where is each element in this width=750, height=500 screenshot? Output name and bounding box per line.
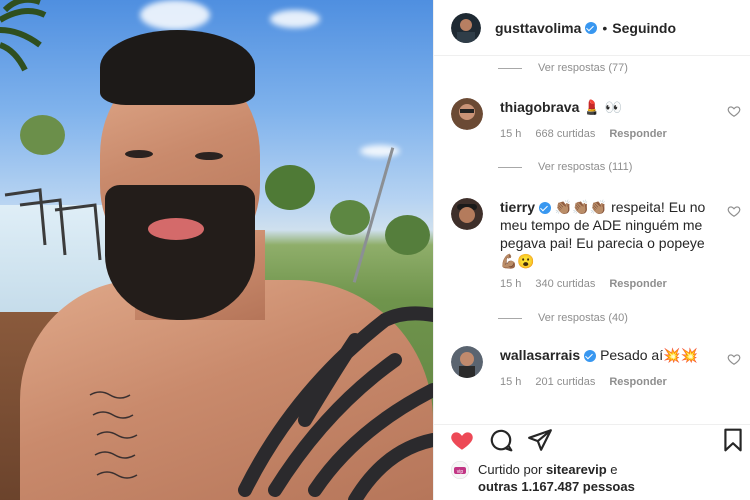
- lips: [148, 218, 204, 240]
- tree: [265, 165, 315, 210]
- author-avatar[interactable]: [451, 12, 481, 43]
- liker-avatar[interactable]: vip: [451, 461, 469, 479]
- paper-plane-icon[interactable]: [527, 427, 553, 453]
- action-bar: vip Curtido por sitearevip e outras 1.16…: [434, 424, 750, 500]
- view-replies-link[interactable]: Ver respostas (40): [498, 312, 628, 324]
- post-panel: gusttavolima • Seguindo Ver respostas (7…: [433, 0, 750, 500]
- comment-meta: 15 h 340 curtidas Responder: [500, 278, 667, 290]
- hair: [100, 30, 255, 105]
- view-replies-label: Ver respostas (40): [538, 312, 628, 324]
- likes-summary: vip Curtido por sitearevip e outras 1.16…: [451, 461, 638, 495]
- likes-text: Curtido por sitearevip e outras 1.167.48…: [478, 461, 638, 495]
- heart-outline-icon[interactable]: [727, 352, 741, 366]
- view-replies-label: Ver respostas (77): [538, 62, 628, 74]
- comments-list: Ver respostas (77) thiagobrava 💄 👀 15 h …: [434, 56, 750, 424]
- comment-likes[interactable]: 668 curtidas: [535, 128, 595, 140]
- replies-divider: [498, 166, 522, 168]
- commenter-avatar[interactable]: [451, 346, 483, 378]
- verified-badge-icon: [584, 350, 597, 363]
- comment-likes[interactable]: 340 curtidas: [535, 278, 595, 290]
- separator-dot: •: [602, 19, 608, 36]
- tree: [385, 215, 430, 255]
- comment-bubble-icon[interactable]: [488, 427, 514, 453]
- comment-meta: 15 h 201 curtidas Responder: [500, 376, 667, 388]
- beard: [105, 185, 255, 320]
- heart-outline-icon[interactable]: [727, 204, 741, 218]
- verified-badge-icon: [585, 21, 598, 34]
- comment-text: 💄 👀: [583, 99, 623, 115]
- commenter-avatar[interactable]: [451, 198, 483, 230]
- commenter-username[interactable]: wallasarrais: [500, 347, 580, 363]
- eye-left: [125, 150, 153, 158]
- palm-tree: [0, 0, 47, 72]
- likes-prefix: Curtido por: [478, 462, 543, 477]
- post-header: gusttavolima • Seguindo: [434, 0, 750, 56]
- author-username[interactable]: gusttavolima: [495, 20, 581, 36]
- heart-filled-icon[interactable]: [449, 427, 475, 453]
- comment-body: thiagobrava 💄 👀: [500, 98, 714, 116]
- cloud: [360, 145, 400, 157]
- comment-body: tierry 👏🏽👏🏽👏🏽 respeita! Eu no meu tempo …: [500, 198, 714, 270]
- reply-button[interactable]: Responder: [609, 376, 666, 388]
- likes-others-count[interactable]: outras 1.167.487 pessoas: [478, 479, 635, 494]
- tree: [20, 115, 65, 155]
- reply-button[interactable]: Responder: [609, 278, 666, 290]
- commenter-username[interactable]: tierry: [500, 199, 535, 215]
- eye-right: [195, 152, 223, 160]
- replies-divider: [498, 67, 522, 69]
- chest-script-tattoo: [89, 391, 138, 479]
- view-replies-link[interactable]: Ver respostas (111): [498, 161, 632, 173]
- comment-likes[interactable]: 201 curtidas: [535, 376, 595, 388]
- cloud: [140, 0, 210, 30]
- post-photo: [0, 0, 433, 500]
- liker-username[interactable]: sitearevip: [546, 462, 607, 477]
- comment-meta: 15 h 668 curtidas Responder: [500, 128, 667, 140]
- bookmark-icon[interactable]: [720, 427, 746, 453]
- reply-button[interactable]: Responder: [609, 128, 666, 140]
- likes-conj: e: [610, 462, 618, 477]
- comment-item: wallasarrais Pesado aí💥💥 15 h 201 curtid…: [451, 346, 741, 416]
- replies-divider: [498, 317, 522, 319]
- comment-text: Pesado aí💥💥: [600, 347, 698, 363]
- comment-item: tierry 👏🏽👏🏽👏🏽 respeita! Eu no meu tempo …: [451, 198, 741, 318]
- verified-badge-icon: [539, 202, 552, 215]
- svg-text:vip: vip: [457, 469, 464, 475]
- heart-outline-icon[interactable]: [727, 104, 741, 118]
- cloud: [270, 10, 320, 28]
- view-replies-label: Ver respostas (111): [538, 161, 633, 173]
- commenter-username[interactable]: thiagobrava: [500, 99, 579, 115]
- comment-time: 15 h: [500, 376, 522, 388]
- tree: [330, 200, 370, 235]
- following-button[interactable]: Seguindo: [612, 20, 676, 36]
- comment-time: 15 h: [500, 128, 522, 140]
- tribal-tattoo: [238, 306, 433, 500]
- pool-chairs: [4, 188, 102, 261]
- comment-body: wallasarrais Pesado aí💥💥: [500, 346, 714, 364]
- view-replies-link[interactable]: Ver respostas (77): [498, 62, 628, 74]
- comment-time: 15 h: [500, 278, 522, 290]
- commenter-avatar[interactable]: [451, 98, 483, 130]
